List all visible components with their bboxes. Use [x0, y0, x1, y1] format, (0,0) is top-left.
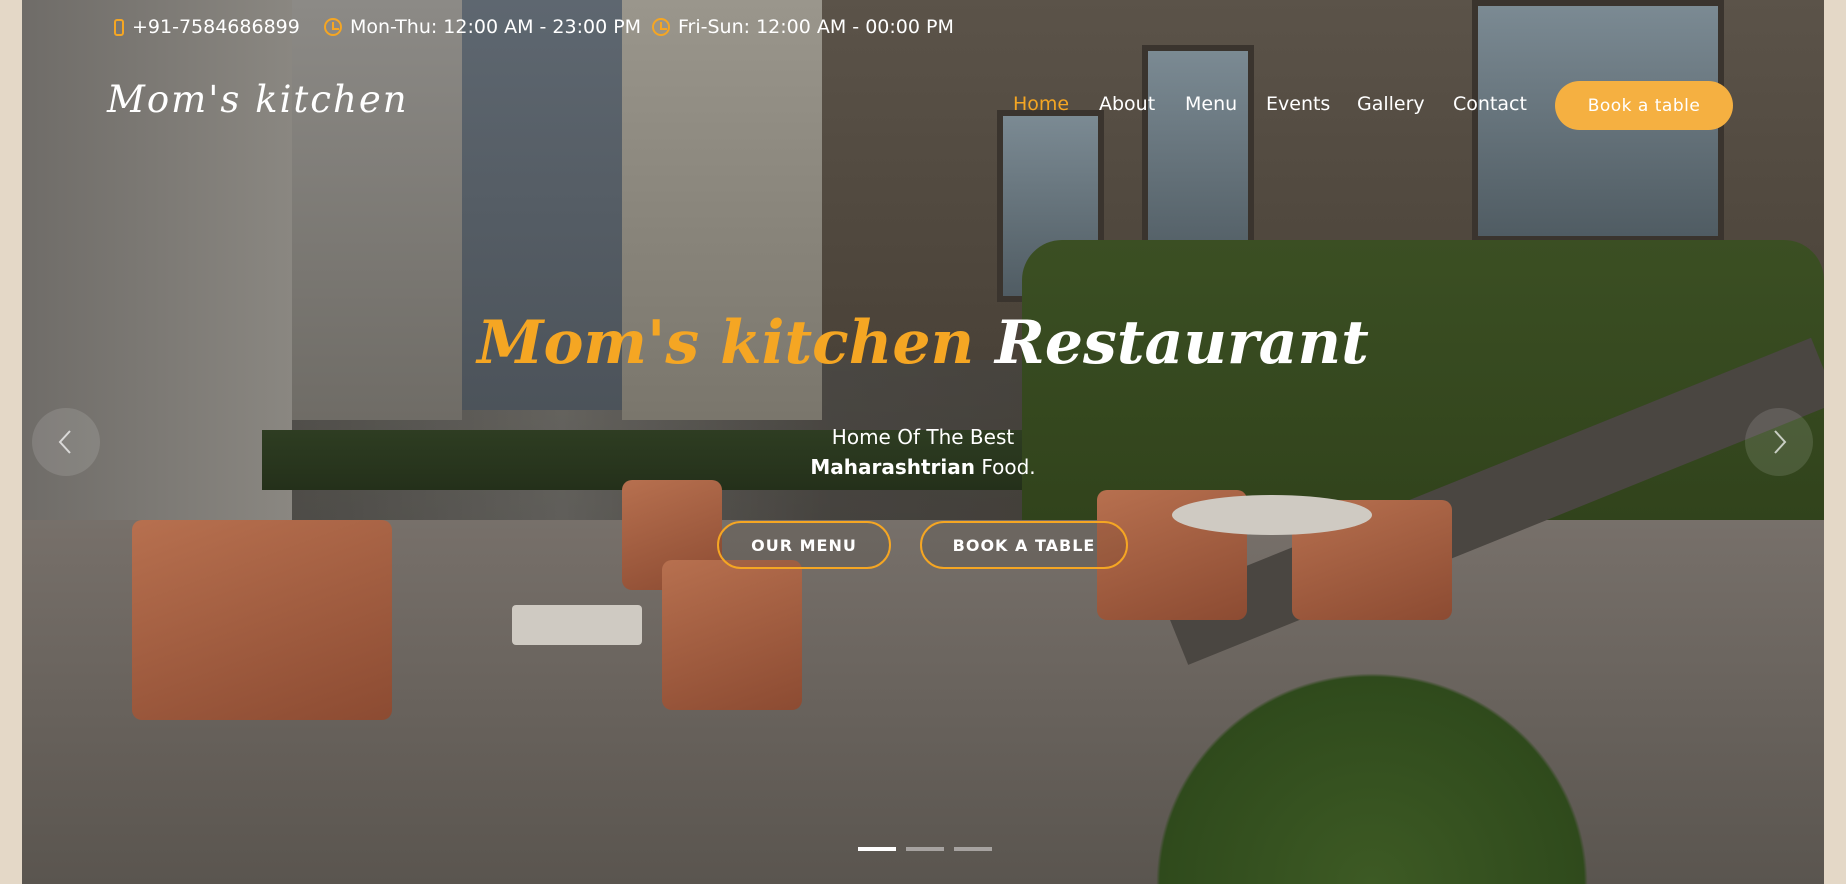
nav-contact[interactable]: Contact	[1453, 93, 1527, 115]
background-table	[512, 605, 642, 645]
clock-icon	[652, 18, 670, 36]
hero-book-table-button[interactable]: BOOK A TABLE	[920, 521, 1128, 569]
background-chair	[662, 560, 802, 710]
weekend-hours-text: Fri-Sun: 12:00 AM - 00:00 PM	[678, 16, 954, 38]
carousel-indicator[interactable]	[906, 847, 944, 851]
chevron-left-icon	[58, 430, 71, 454]
phone-number: +91-7584686899	[132, 16, 300, 38]
hero-subtitle-bold: Maharashtrian	[810, 455, 975, 479]
nav-home[interactable]: Home	[1013, 93, 1069, 115]
clock-icon	[324, 18, 342, 36]
nav-events[interactable]: Events	[1266, 93, 1330, 115]
top-info-bar: +91-7584686899 Mon-Thu: 12:00 AM - 23:00…	[22, 0, 1824, 58]
background-plants	[1122, 640, 1622, 884]
nav-gallery[interactable]: Gallery	[1357, 93, 1425, 115]
background-chair	[132, 520, 392, 720]
hero-section: +91-7584686899 Mon-Thu: 12:00 AM - 23:00…	[22, 0, 1824, 884]
carousel-indicator[interactable]	[858, 847, 896, 851]
carousel-indicator[interactable]	[954, 847, 992, 851]
carousel-prev-button[interactable]	[32, 408, 100, 476]
nav-menu[interactable]: Menu	[1185, 93, 1237, 115]
nav-about[interactable]: About	[1099, 93, 1155, 115]
phone-info[interactable]: +91-7584686899	[114, 16, 300, 38]
hero-subtitle-line1: Home Of The Best	[831, 425, 1015, 449]
hero-subtitle-line2: Maharashtrian Food.	[22, 455, 1824, 479]
weekday-hours-text: Mon-Thu: 12:00 AM - 23:00 PM	[350, 16, 642, 38]
background-table	[1172, 495, 1372, 535]
carousel-next-button[interactable]	[1745, 408, 1813, 476]
book-table-button[interactable]: Book a table	[1555, 81, 1733, 130]
hero-title-brand: Mom's kitchen	[477, 308, 975, 378]
carousel-indicators	[858, 847, 992, 851]
hero-title-rest: Restaurant	[995, 308, 1369, 378]
hero-title: Mom's kitchen Restaurant	[22, 308, 1824, 378]
phone-icon	[114, 18, 124, 36]
chevron-right-icon	[1774, 430, 1787, 454]
our-menu-button[interactable]: OUR MENU	[717, 521, 891, 569]
site-logo[interactable]: Mom's kitchen	[107, 78, 409, 121]
hero-subtitle-rest: Food.	[981, 455, 1036, 479]
weekday-hours: Mon-Thu: 12:00 AM - 23:00 PM	[324, 16, 641, 38]
weekend-hours: Fri-Sun: 12:00 AM - 00:00 PM	[652, 16, 954, 38]
